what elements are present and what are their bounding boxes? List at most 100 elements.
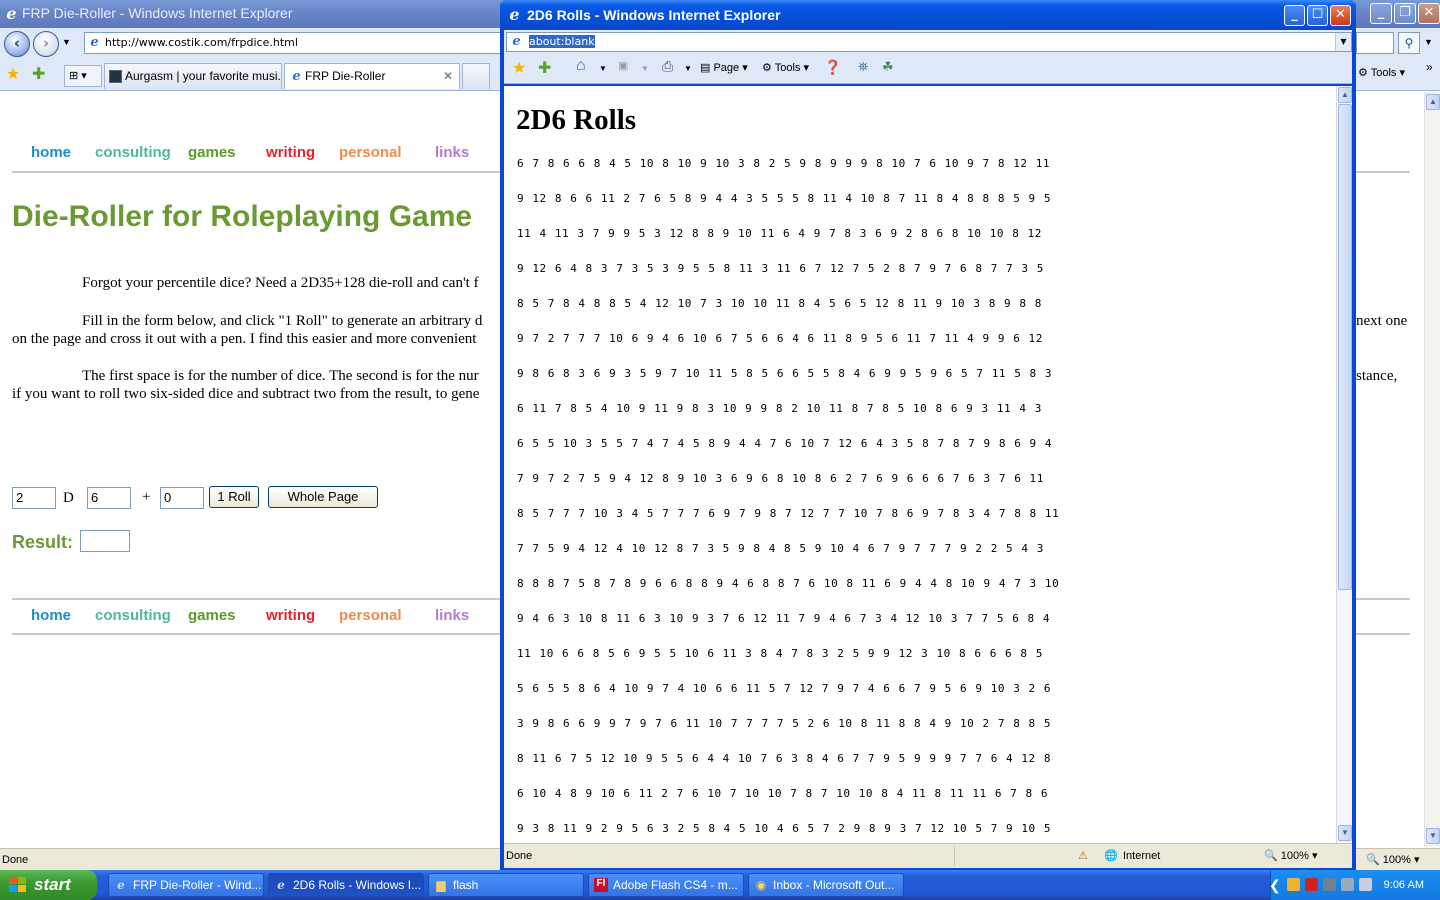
nav-links[interactable]: links xyxy=(435,144,469,161)
tools-label: Tools xyxy=(1370,67,1397,79)
nav-consulting[interactable]: consulting xyxy=(95,144,171,161)
tray-expand-icon[interactable]: ❮ xyxy=(1269,877,1282,893)
tray-security-icon[interactable] xyxy=(1305,878,1318,891)
new-tab-button[interactable] xyxy=(462,63,490,89)
search-options-icon[interactable]: ▼ xyxy=(1424,37,1433,47)
popup-status-bar: Done ⚠ 🌐 Internet 🔍 100% ▾ xyxy=(504,843,1352,868)
page-icon: e xyxy=(512,34,521,49)
bg-window-title: FRP Die-Roller - Windows Internet Explor… xyxy=(22,5,293,21)
scroll-down-arrow-icon[interactable]: ▼ xyxy=(1426,828,1440,844)
messenger-icon[interactable]: ☘ xyxy=(882,59,894,75)
popup-title-bar[interactable]: e 2D6 Rolls - Windows Internet Explorer … xyxy=(500,0,1356,30)
task-flash-folder[interactable]: ▆ flash xyxy=(428,873,584,897)
print-icon[interactable]: ⎙ xyxy=(662,58,673,75)
task-adobe-flash[interactable]: Fl Adobe Flash CS4 - m... xyxy=(588,873,744,897)
roll-row: 11 4 11 3 7 9 9 5 3 12 8 8 9 10 11 6 4 9… xyxy=(517,227,1042,240)
feeds-icon[interactable]: ▣ xyxy=(618,59,628,72)
maximize-button[interactable]: ☐ xyxy=(1307,5,1328,26)
popup-url-field[interactable]: e about:blank ▼ xyxy=(506,32,1352,52)
close-button[interactable]: ✕ xyxy=(1330,5,1351,26)
home-dropdown-icon[interactable]: ▼ xyxy=(599,64,607,73)
nav-writing[interactable]: writing xyxy=(266,607,315,624)
url-dropdown-icon[interactable]: ▼ xyxy=(1335,33,1351,51)
start-button[interactable]: start xyxy=(0,870,97,900)
task-outlook-inbox[interactable]: ◉ Inbox - Microsoft Out... xyxy=(748,873,904,897)
chevron-more-icon[interactable]: » xyxy=(1426,60,1433,74)
print-dropdown-icon[interactable]: ▼ xyxy=(684,64,692,73)
dice-count-input[interactable]: 2 xyxy=(12,487,56,509)
favorites-star-icon[interactable]: ★ xyxy=(6,64,20,84)
plus-label: + xyxy=(142,489,151,505)
close-tab-icon[interactable]: ✕ xyxy=(443,64,453,88)
tab-aurgasm[interactable]: Aurgasm | your favorite musi... xyxy=(104,63,282,89)
system-tray: ❮ 9:06 AM xyxy=(1269,870,1440,900)
popup-vertical-scrollbar[interactable]: ▲ ▼ xyxy=(1336,86,1352,843)
instructions-paragraph-line1: Fill in the form below, and click "1 Rol… xyxy=(82,313,483,329)
home-icon[interactable]: ⌂ xyxy=(576,57,586,75)
recent-pages-dropdown-icon[interactable]: ▼ xyxy=(62,37,71,47)
bg-zoom-control[interactable]: 🔍 100% ▾ xyxy=(1366,849,1419,871)
nav-writing[interactable]: writing xyxy=(266,144,315,161)
quick-tabs-icon[interactable]: ⊞ ▾ xyxy=(64,65,102,87)
scroll-thumb[interactable] xyxy=(1338,104,1352,590)
roll-row: 6 7 8 6 6 8 4 5 10 8 10 9 10 3 8 2 5 9 8… xyxy=(517,157,1051,170)
feeds-dropdown-icon[interactable]: ▼ xyxy=(641,64,649,73)
bg-minimize-button[interactable]: _ xyxy=(1370,3,1392,24)
add-favorites-icon[interactable]: ✚ xyxy=(538,58,551,78)
task-frp-die-roller[interactable]: e FRP Die-Roller - Wind... xyxy=(108,873,264,897)
sides-input[interactable]: 6 xyxy=(87,487,131,509)
nav-links[interactable]: links xyxy=(435,607,469,624)
tray-volume-icon[interactable] xyxy=(1341,878,1354,891)
one-roll-button[interactable]: 1 Roll xyxy=(209,486,259,508)
popup-window-title: 2D6 Rolls - Windows Internet Explorer xyxy=(527,7,781,23)
roll-row: 6 5 5 10 3 5 5 7 4 7 4 5 8 9 4 4 7 6 10 … xyxy=(517,437,1053,450)
nav-consulting[interactable]: consulting xyxy=(95,607,171,624)
tray-app-icon[interactable] xyxy=(1287,878,1300,891)
intro-paragraph: Forgot your percentile dice? Need a 2D35… xyxy=(82,275,479,291)
favorites-star-icon[interactable]: ★ xyxy=(512,58,526,78)
nav-games[interactable]: games xyxy=(188,607,236,624)
bg-url-field[interactable]: e http://www.costik.com/frpdice.html xyxy=(84,32,504,54)
tray-network-icon[interactable] xyxy=(1323,878,1336,891)
tab-label: FRP Die-Roller xyxy=(305,69,386,83)
tools-menu[interactable]: ⚙ Tools ▾ xyxy=(762,61,809,74)
windows-logo-icon xyxy=(9,877,27,893)
bg-vertical-scrollbar[interactable]: ▲ ▼ xyxy=(1424,92,1440,847)
scroll-down-arrow-icon[interactable]: ▼ xyxy=(1338,825,1352,841)
minimize-button[interactable]: _ xyxy=(1284,5,1305,26)
page-icon: e xyxy=(90,35,99,50)
instructions-paragraph-tail: next one xyxy=(1356,313,1408,329)
nav-home[interactable]: home xyxy=(31,144,71,161)
bg-restore-button[interactable]: ❐ xyxy=(1394,3,1416,24)
scroll-up-arrow-icon[interactable]: ▲ xyxy=(1338,87,1352,103)
scroll-up-arrow-icon[interactable]: ▲ xyxy=(1426,94,1440,110)
add-favorites-icon[interactable]: ✚ xyxy=(32,64,45,84)
whole-page-button[interactable]: Whole Page xyxy=(268,486,378,508)
protected-mode-icon: ⚠ xyxy=(1078,850,1088,862)
nav-personal[interactable]: personal xyxy=(339,144,402,161)
rolls-list: 6 7 8 6 6 8 4 5 10 8 10 9 10 3 8 2 5 9 8… xyxy=(517,157,1317,843)
tray-device-icon[interactable] xyxy=(1359,878,1372,891)
tools-menu-label: Tools xyxy=(774,62,801,74)
tab-frp-die-roller[interactable]: e FRP Die-Roller ✕ xyxy=(284,63,460,89)
task-2d6-rolls[interactable]: e 2D6 Rolls - Windows I... xyxy=(268,873,424,897)
bg-search-field[interactable] xyxy=(1356,32,1394,54)
nav-games[interactable]: games xyxy=(188,144,236,161)
bg-tools-menu[interactable]: ⚙ Tools ▾ xyxy=(1358,66,1405,79)
back-button[interactable]: ‹ xyxy=(4,31,30,57)
forward-button[interactable]: › xyxy=(33,31,59,57)
roll-row: 9 12 6 4 8 3 7 3 5 3 9 5 5 8 11 3 11 6 7… xyxy=(517,262,1044,275)
roll-row: 9 12 8 6 6 11 2 7 6 5 8 9 4 4 3 5 5 5 8 … xyxy=(517,192,1052,205)
bg-close-button[interactable]: ✕ xyxy=(1418,3,1440,24)
research-icon[interactable]: ⛯ xyxy=(858,59,868,75)
search-icon[interactable]: ⚲ xyxy=(1398,32,1420,54)
help-icon[interactable]: ❓ xyxy=(824,59,841,76)
bg-zoom-text: 100% xyxy=(1382,854,1411,866)
modifier-input[interactable]: 0 xyxy=(160,487,204,509)
d-label: D xyxy=(63,490,74,506)
nav-home[interactable]: home xyxy=(31,607,71,624)
page-menu[interactable]: ▤ Page ▾ xyxy=(700,61,748,74)
zoom-control[interactable]: 🔍 100% ▾ xyxy=(1264,844,1317,868)
nav-personal[interactable]: personal xyxy=(339,607,402,624)
result-field[interactable] xyxy=(80,530,130,552)
